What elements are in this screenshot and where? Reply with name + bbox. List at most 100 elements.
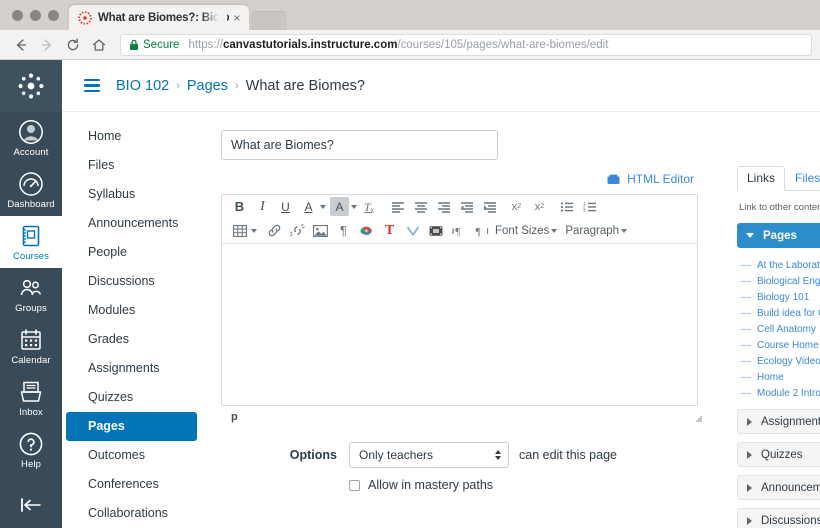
global-nav-item-dashboard[interactable]: Dashboard — [0, 164, 62, 216]
sidebar-section-quizzes[interactable]: Quizzes — [737, 442, 820, 467]
global-nav-item-help[interactable]: Help — [0, 424, 62, 476]
course-nav-item-assignments[interactable]: Assignments — [66, 354, 197, 383]
global-nav-item-calendar[interactable]: Calendar — [0, 320, 62, 372]
sidebar-section-pages[interactable]: Pages — [737, 223, 820, 248]
canvas-logo-icon[interactable] — [0, 60, 62, 112]
list-item[interactable]: — At the Laboratory — [741, 257, 820, 273]
browser-tab[interactable]: What are Biomes?: Biology 1 × — [69, 5, 249, 30]
window-minimize-button[interactable] — [30, 9, 41, 21]
table-button[interactable] — [230, 221, 257, 240]
course-nav-item-announcements[interactable]: Announcements — [66, 209, 197, 238]
mastery-paths-checkbox[interactable] — [349, 479, 360, 491]
paragraph-dropdown[interactable]: Paragraph — [565, 225, 628, 237]
list-item[interactable]: — Build idea for Class — [741, 305, 820, 321]
hamburger-icon[interactable] — [84, 78, 100, 93]
sidebar-section-assignments[interactable]: Assignments — [737, 409, 820, 434]
course-nav-item-people[interactable]: People — [66, 238, 197, 267]
list-item[interactable]: — Ecology Videos — [741, 353, 820, 369]
sidebar-section-discussions[interactable]: Discussions — [737, 508, 820, 528]
collapse-arrow-icon[interactable] — [0, 482, 62, 528]
outdent-button[interactable] — [457, 197, 476, 216]
global-nav-item-inbox[interactable]: Inbox — [0, 372, 62, 424]
ltr-button[interactable]: ¶ — [449, 221, 468, 240]
window-close-button[interactable] — [12, 9, 23, 21]
bold-button[interactable]: B — [230, 197, 249, 216]
new-tab-button[interactable] — [251, 11, 287, 30]
url-bar[interactable]: Secure https://canvastutorials.instructu… — [120, 33, 812, 56]
list-item[interactable]: — Biological Engineering — [741, 273, 820, 289]
tab-links[interactable]: Links — [737, 166, 786, 191]
underline-button[interactable]: U — [276, 197, 295, 216]
indent-button[interactable] — [480, 197, 499, 216]
align-right-button[interactable] — [434, 197, 453, 216]
chevron-down-icon — [621, 228, 628, 233]
record-media-button[interactable] — [426, 221, 445, 240]
superscript-button[interactable]: x2 — [507, 197, 526, 216]
list-item[interactable]: — Course Home — [741, 337, 820, 353]
reload-icon[interactable] — [60, 32, 86, 58]
paragraph-mark-button[interactable]: ¶ — [334, 221, 353, 240]
font-sizes-dropdown[interactable]: Font Sizes — [495, 224, 558, 237]
rtl-button[interactable]: ¶ — [472, 221, 491, 240]
align-left-button[interactable] — [388, 197, 407, 216]
page-title-input[interactable] — [221, 130, 498, 160]
course-nav-item-pages[interactable]: Pages — [66, 412, 197, 441]
course-nav-item-quizzes[interactable]: Quizzes — [66, 383, 197, 412]
html-editor-icon — [607, 174, 620, 185]
sidebar-pages-link-list: — At the Laboratory — Biological Engineeri… — [737, 248, 820, 409]
kaltura-media-button[interactable] — [403, 221, 422, 240]
math-equation-button[interactable]: T — [380, 221, 399, 240]
italic-button[interactable]: I — [253, 197, 272, 216]
window-controls[interactable] — [8, 0, 69, 30]
mastery-paths-label: Allow in mastery paths — [368, 478, 494, 492]
chevron-down-icon[interactable] — [251, 228, 257, 233]
course-nav-item-files[interactable]: Files — [66, 151, 197, 180]
tab-close-icon[interactable]: × — [231, 11, 243, 25]
help-icon — [19, 432, 43, 456]
chevron-down-icon[interactable] — [320, 204, 326, 209]
background-color-button[interactable]: A — [330, 197, 357, 216]
tab-files[interactable]: Files — [785, 166, 820, 191]
chevron-down-icon[interactable] — [351, 204, 357, 209]
text-color-button[interactable]: A — [299, 197, 326, 216]
link-button[interactable] — [265, 221, 284, 240]
list-item[interactable]: — Home — [741, 369, 820, 385]
course-nav-item-syllabus[interactable]: Syllabus — [66, 180, 197, 209]
course-nav-item-grades[interactable]: Grades — [66, 325, 197, 354]
equella-button[interactable] — [357, 221, 376, 240]
resize-handle[interactable] — [691, 411, 703, 423]
sidebar-section-announcements[interactable]: Announcements — [737, 475, 820, 500]
numbered-list-button[interactable]: 123 — [580, 197, 599, 216]
html-editor-link[interactable]: HTML Editor — [627, 172, 694, 186]
list-item[interactable]: — Module 2 Intro — [741, 385, 820, 401]
course-nav-item-home[interactable]: Home — [66, 122, 197, 151]
course-nav-item-modules[interactable]: Modules — [66, 296, 197, 325]
list-item-label: Biological Engineering — [757, 275, 820, 287]
list-item[interactable]: — Biology 101 — [741, 289, 820, 305]
course-nav-item-conferences[interactable]: Conferences — [66, 470, 197, 499]
window-maximize-button[interactable] — [48, 9, 59, 21]
breadcrumb-item-pages[interactable]: Pages — [187, 78, 228, 94]
global-nav-item-courses[interactable]: Courses — [0, 216, 62, 268]
course-nav-item-discussions[interactable]: Discussions — [66, 267, 197, 296]
back-arrow-icon[interactable] — [8, 32, 34, 58]
global-nav-item-groups[interactable]: Groups — [0, 268, 62, 320]
edit-roles-select[interactable]: Only teachers — [349, 442, 509, 468]
sidebar-section-quizzes-label: Quizzes — [761, 448, 803, 461]
global-nav-item-account[interactable]: Account — [0, 112, 62, 164]
rce-content-area[interactable] — [222, 243, 697, 405]
bullet-list-button[interactable] — [557, 197, 576, 216]
subscript-button[interactable]: x2 — [530, 197, 549, 216]
clear-formatting-button[interactable]: Tx — [361, 197, 380, 216]
image-button[interactable] — [311, 221, 330, 240]
home-icon[interactable] — [86, 32, 112, 58]
list-item-label: Cell Anatomy — [757, 323, 816, 335]
mastery-paths-row[interactable]: Allow in mastery paths — [221, 478, 707, 492]
align-center-button[interactable] — [411, 197, 430, 216]
unlink-button[interactable] — [288, 221, 307, 240]
font-sizes-label: Font Sizes — [495, 224, 550, 237]
course-nav-item-outcomes[interactable]: Outcomes — [66, 441, 197, 470]
list-item[interactable]: — Cell Anatomy — [741, 321, 820, 337]
course-nav-item-collaborations[interactable]: Collaborations — [66, 499, 197, 528]
breadcrumb-item-course[interactable]: BIO 102 — [116, 78, 169, 94]
